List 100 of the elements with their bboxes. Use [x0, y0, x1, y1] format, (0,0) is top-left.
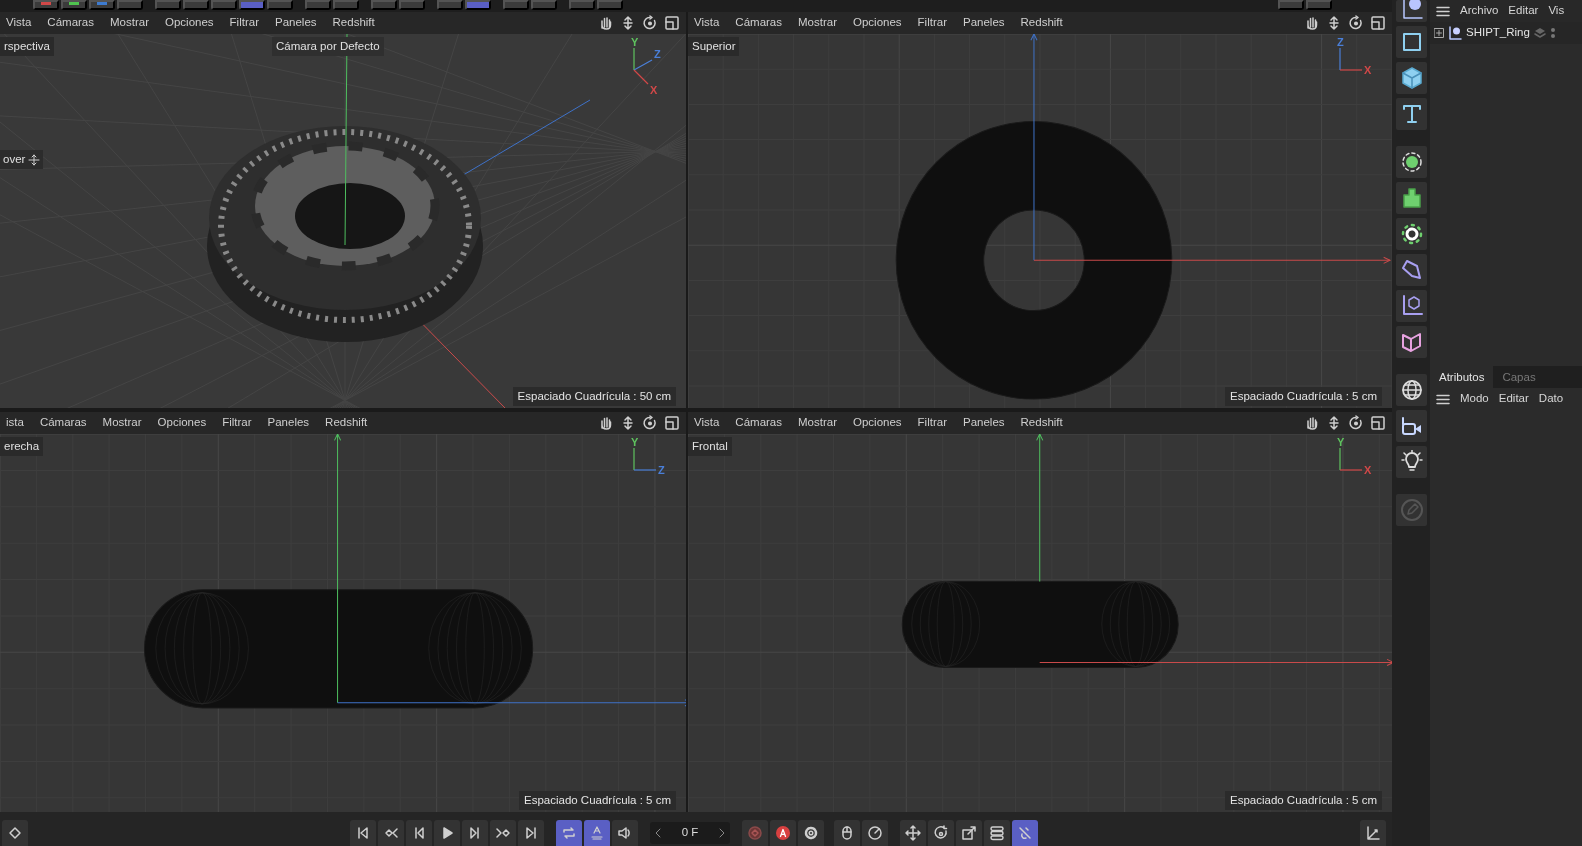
menu-item[interactable]: Redshift: [317, 414, 376, 432]
diamond-button[interactable]: [2, 820, 28, 846]
previous-key-button[interactable]: [378, 820, 404, 846]
menu-item[interactable]: Redshift: [1012, 414, 1071, 432]
menu-item[interactable]: Opciones: [845, 14, 910, 32]
menu-item[interactable]: Vista: [688, 14, 728, 32]
light-bulb-tool-button[interactable]: [1396, 446, 1427, 478]
toolbar-button[interactable]: [239, 0, 265, 10]
menu-item[interactable]: Filtrar: [214, 414, 260, 432]
axis-button[interactable]: [1360, 820, 1386, 846]
axis-label: Z: [1337, 36, 1344, 48]
menu-item[interactable]: ista: [0, 414, 32, 432]
menu-item[interactable]: Cámaras: [727, 14, 790, 32]
menu-item[interactable]: Redshift: [1012, 14, 1071, 32]
menu-item[interactable]: Opciones: [845, 414, 910, 432]
stack-button[interactable]: [984, 820, 1010, 846]
globe-tool-button[interactable]: [1396, 374, 1427, 406]
menu-item[interactable]: Paneles: [259, 414, 318, 432]
dial-button[interactable]: [862, 820, 888, 846]
menu-item[interactable]: Dato: [1538, 390, 1564, 408]
hand-icon[interactable]: [1304, 15, 1320, 31]
menu-item[interactable]: Vista: [0, 14, 40, 32]
selection-circle-tool-button[interactable]: [1396, 146, 1427, 178]
menu-item[interactable]: Opciones: [157, 14, 222, 32]
chevron-right-icon: [718, 828, 726, 838]
panel-tab[interactable]: Capas: [1493, 366, 1545, 388]
axis-cube-tool-button[interactable]: [1396, 290, 1427, 322]
maximize-icon[interactable]: [664, 15, 680, 31]
grid-spacing-label: Espaciado Cuadrícula : 50 cm: [512, 386, 676, 406]
axis-sphere-tool-button[interactable]: [1396, 0, 1427, 22]
square-tool-button[interactable]: [1396, 26, 1427, 58]
axis-label: Z: [654, 48, 661, 60]
maximize-icon[interactable]: [1370, 15, 1386, 31]
menu-item[interactable]: Editar: [1498, 390, 1529, 408]
menu-item[interactable]: Cámaras: [31, 414, 95, 432]
menu-item[interactable]: Filtrar: [221, 14, 267, 32]
folded-shape-tool-button[interactable]: [1396, 326, 1427, 358]
cubes-tool-button[interactable]: [1396, 182, 1427, 214]
viewport-name[interactable]: erecha: [0, 437, 44, 457]
viewport-name[interactable]: rspectiva: [0, 37, 55, 57]
skip-start-button[interactable]: [350, 820, 376, 846]
menu-item[interactable]: Editar: [1508, 2, 1539, 20]
maximize-icon[interactable]: [664, 415, 680, 431]
toolbar-button[interactable]: [89, 0, 115, 10]
rotate-button[interactable]: [928, 820, 954, 846]
menu-item[interactable]: Mostrar: [94, 414, 150, 432]
frame-field[interactable]: 0 F: [650, 822, 730, 844]
skip-end-button[interactable]: [518, 820, 544, 846]
rotate-icon[interactable]: [642, 415, 658, 431]
toolbar-button[interactable]: [61, 0, 87, 10]
next-key-button[interactable]: [490, 820, 516, 846]
axis-label: X: [1364, 464, 1372, 476]
vertical-arrows-icon[interactable]: [620, 15, 636, 31]
vertical-arrows-icon[interactable]: [1326, 15, 1342, 31]
menu-item[interactable]: Vista: [688, 414, 728, 432]
menu-item[interactable]: Redshift: [324, 14, 383, 32]
menu-item[interactable]: Mostrar: [790, 14, 845, 32]
hand-icon[interactable]: [1304, 415, 1320, 431]
speaker-button[interactable]: [612, 820, 638, 846]
viewport-name[interactable]: Frontal: [688, 437, 732, 457]
gear-button[interactable]: [798, 820, 824, 846]
rotate-icon[interactable]: [642, 15, 658, 31]
vertical-arrows-icon[interactable]: [620, 415, 636, 431]
menu-item[interactable]: Opciones: [149, 414, 215, 432]
rotate-icon[interactable]: [1348, 15, 1364, 31]
menu-item[interactable]: Mostrar: [102, 14, 157, 32]
hand-icon[interactable]: [598, 15, 614, 31]
menu-item[interactable]: Filtrar: [909, 414, 955, 432]
camera-tool-button[interactable]: [1396, 410, 1427, 442]
mouse-button[interactable]: [834, 820, 860, 846]
menu-item[interactable]: Vis: [1548, 2, 1565, 20]
step-back-button[interactable]: [406, 820, 432, 846]
text-t-tool-button[interactable]: [1396, 98, 1427, 130]
cube-tool-button[interactable]: [1396, 62, 1427, 94]
menu-item[interactable]: Paneles: [955, 14, 1013, 32]
letter-a-button[interactable]: [770, 820, 796, 846]
maximize-icon[interactable]: [1370, 415, 1386, 431]
toolbar-button[interactable]: [33, 0, 59, 10]
menu-item[interactable]: Filtrar: [909, 14, 955, 32]
menu-item[interactable]: Cámaras: [39, 14, 102, 32]
menu-item[interactable]: Cámaras: [727, 414, 790, 432]
menu-item[interactable]: Mostrar: [790, 414, 845, 432]
step-forward-button[interactable]: [462, 820, 488, 846]
play-button[interactable]: [434, 820, 460, 846]
viewport-name[interactable]: Superior: [688, 37, 740, 57]
menu-item[interactable]: Paneles: [955, 414, 1013, 432]
toolbar-button[interactable]: [465, 0, 491, 10]
loop-button[interactable]: [556, 820, 582, 846]
bent-shape-tool-button[interactable]: [1396, 254, 1427, 286]
scale-button[interactable]: [956, 820, 982, 846]
vertical-arrows-icon[interactable]: [1326, 415, 1342, 431]
gear-tool-button[interactable]: [1396, 218, 1427, 250]
menu-item[interactable]: Modo: [1460, 390, 1489, 408]
hand-icon[interactable]: [598, 415, 614, 431]
menu-item[interactable]: Archivo: [1460, 2, 1499, 20]
camera-label[interactable]: Cámara por Defecto: [272, 37, 384, 57]
rotate-icon[interactable]: [1348, 415, 1364, 431]
menu-item[interactable]: Paneles: [267, 14, 325, 32]
panel-tab[interactable]: Atributos: [1430, 366, 1494, 388]
move-button[interactable]: [900, 820, 926, 846]
